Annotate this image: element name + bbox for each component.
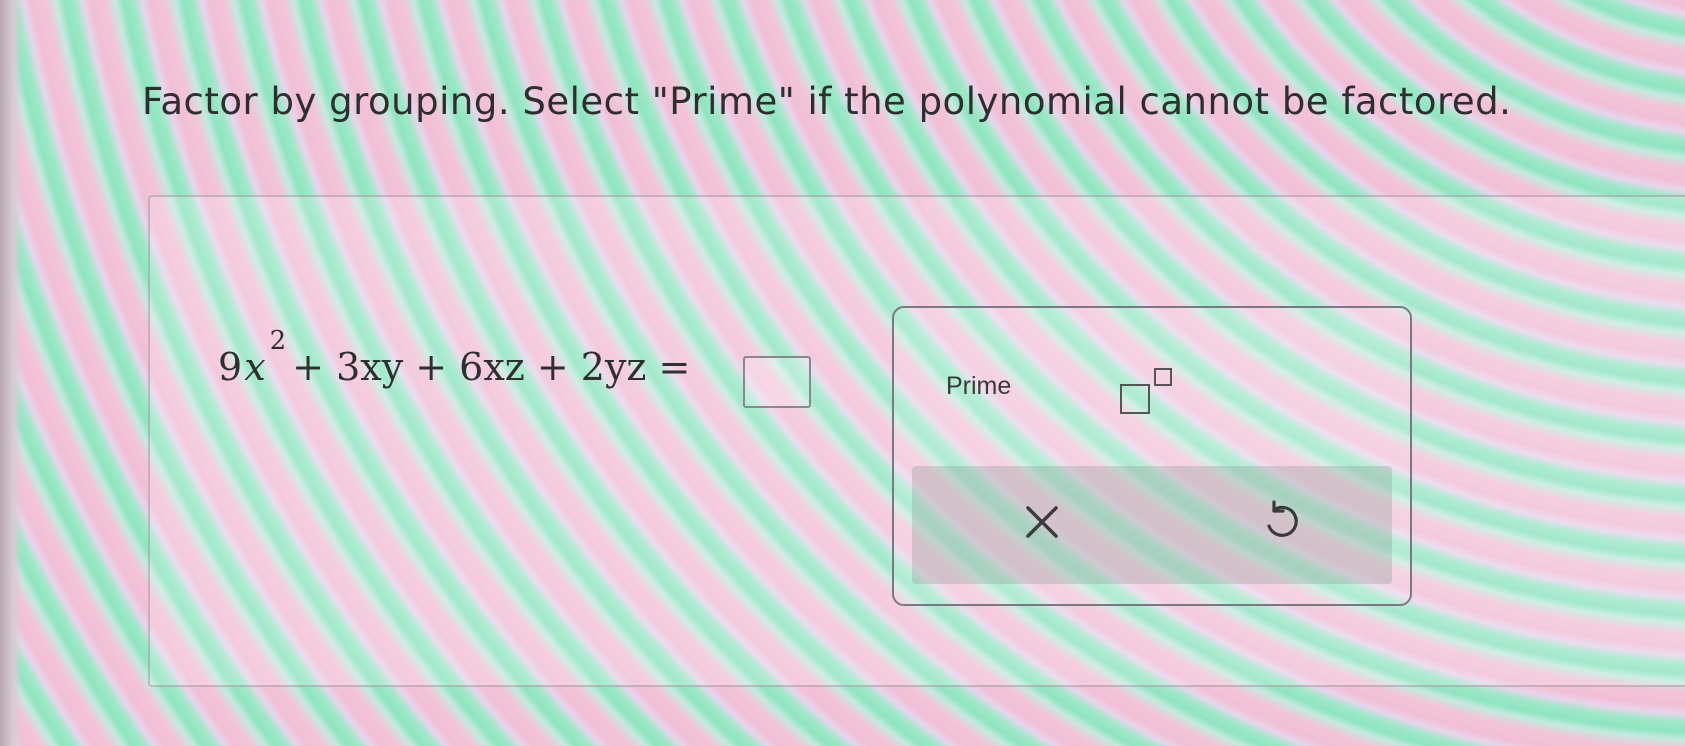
- undo-button[interactable]: [1252, 492, 1312, 552]
- equation-exponent: 2: [269, 326, 287, 356]
- instruction-text: Factor by grouping. Select "Prime" if th…: [142, 80, 1512, 123]
- template-exponent-box: [1154, 368, 1172, 386]
- template-base-box: [1120, 384, 1150, 414]
- prime-button[interactable]: Prime: [946, 372, 1011, 401]
- clear-button[interactable]: [1012, 492, 1072, 552]
- equation-variable: x: [244, 345, 266, 389]
- math-toolbar: Prime: [892, 306, 1412, 606]
- screen-edge: [0, 0, 22, 746]
- answer-input[interactable]: [743, 356, 811, 408]
- equation-rest: + 3xy + 6xz + 2yz =: [292, 345, 691, 389]
- x-icon: [1026, 506, 1058, 538]
- undo-icon: [1267, 500, 1298, 537]
- superscript-template-icon[interactable]: [1120, 360, 1190, 420]
- equation-coefficient: 9: [218, 345, 243, 389]
- polynomial-equation: 9 x 2 + 3xy + 6xz + 2yz =: [218, 326, 692, 389]
- toolbar-action-bar: [912, 466, 1392, 584]
